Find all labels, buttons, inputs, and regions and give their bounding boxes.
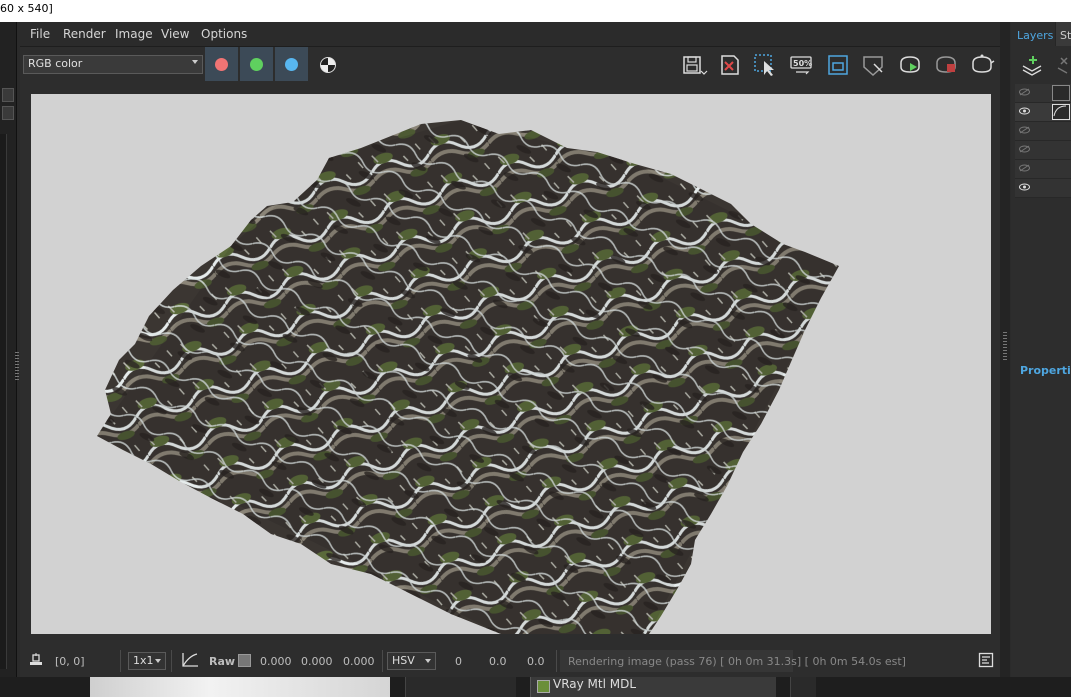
color-mode-value: HSV: [392, 654, 415, 667]
follow-mouse-icon[interactable]: [824, 51, 852, 79]
properties-header: Properties: [1020, 364, 1071, 377]
pixel-coordinates: [0, 0]: [55, 655, 85, 668]
layer-visible-icon[interactable]: [1019, 183, 1030, 191]
layer-hidden-icon[interactable]: [1019, 126, 1030, 134]
menu-bar: File Render Image View Options: [20, 22, 1005, 47]
abort-render-icon[interactable]: [932, 51, 960, 79]
material-icon: [537, 680, 550, 693]
tab-layers-label: Layers: [1017, 29, 1054, 42]
status-bar: [0, 0] 1x1 Raw 0.000 0.000 0.000 HSV 0 0…: [20, 646, 1005, 676]
window-titlebar: 60 x 540]: [0, 0, 1071, 22]
save-image-icon[interactable]: [680, 51, 708, 79]
menu-render[interactable]: Render: [63, 27, 106, 41]
divider: [120, 650, 121, 672]
green-dot-icon: [250, 58, 263, 71]
background-app-strip: VRay Mtl MDL: [0, 677, 1071, 697]
render-viewport[interactable]: [31, 94, 991, 634]
zoom-select[interactable]: 1x1: [128, 652, 166, 670]
rgb-value-b: 0.000: [343, 655, 375, 668]
layer-row[interactable]: [1015, 122, 1071, 141]
region-render-icon[interactable]: [752, 51, 780, 79]
layers-panel: Layers St Properties: [1011, 22, 1071, 677]
layer-row[interactable]: [1015, 141, 1071, 160]
layer-row[interactable]: [1015, 179, 1071, 198]
layer-thumbnail: [1052, 85, 1070, 101]
left-scrollbar[interactable]: [0, 134, 7, 669]
tab-stats-label: St: [1060, 29, 1071, 42]
menu-file[interactable]: File: [30, 27, 50, 41]
scroll-up-button[interactable]: [2, 106, 14, 120]
delete-layer-icon[interactable]: [1055, 54, 1071, 78]
material-panel-tab[interactable]: VRay Mtl MDL: [530, 677, 776, 697]
channel-dropdown-value: RGB color: [28, 57, 83, 70]
add-layer-icon[interactable]: [1020, 54, 1046, 78]
log-window-icon[interactable]: [978, 652, 994, 668]
divider: [171, 650, 172, 672]
red-dot-icon: [215, 58, 228, 71]
layer-row[interactable]: [1015, 84, 1071, 103]
background-viewport-thumbnail: [90, 677, 390, 697]
channel-dropdown[interactable]: RGB color: [23, 55, 203, 74]
pixel-info-icon[interactable]: [28, 652, 44, 668]
rendered-terrain-image: [97, 120, 839, 634]
rgb-value-g: 0.000: [301, 655, 333, 668]
layer-hidden-icon[interactable]: [1019, 164, 1030, 172]
monochrome-toggle-icon[interactable]: [320, 57, 336, 73]
lens-effects-icon[interactable]: [860, 51, 888, 79]
scroll-handle[interactable]: [2, 88, 14, 102]
hsv-value-h: 0: [455, 655, 462, 668]
chevron-down-icon: [155, 659, 161, 663]
chevron-down-icon: [425, 659, 431, 663]
red-channel-button[interactable]: [205, 47, 238, 81]
layer-row[interactable]: [1015, 160, 1071, 179]
zoom-select-value: 1x1: [133, 654, 154, 667]
color-mode-select[interactable]: HSV: [387, 652, 436, 670]
green-channel-button[interactable]: [240, 47, 273, 81]
left-dock-strip: [0, 22, 19, 677]
window-title: 60 x 540]: [0, 2, 53, 15]
vray-frame-buffer: File Render Image View Options RGB color: [20, 22, 1005, 677]
blue-channel-button[interactable]: [275, 47, 308, 81]
svg-text:50%: 50%: [793, 59, 812, 68]
tab-layers[interactable]: Layers: [1011, 22, 1055, 46]
divider: [556, 650, 557, 672]
panel-splitter[interactable]: [1000, 22, 1010, 677]
render-progress: Rendering image (pass 76) [ 0h 0m 31.3s]…: [560, 650, 906, 672]
render-interactive-icon[interactable]: [896, 51, 924, 79]
render-teapot-icon[interactable]: [968, 51, 996, 79]
render-progress-text: Rendering image (pass 76) [ 0h 0m 31.3s]…: [568, 655, 906, 668]
menu-image[interactable]: Image: [115, 27, 153, 41]
material-panel-label: VRay Mtl MDL: [553, 677, 637, 691]
divider: [382, 650, 383, 672]
hsv-value-v: 0.0: [527, 655, 545, 668]
splitter-grip[interactable]: [1003, 332, 1007, 362]
layer-visible-icon[interactable]: [1019, 107, 1030, 115]
layer-hidden-icon[interactable]: [1019, 88, 1030, 96]
track-mouse-icon[interactable]: 50%: [788, 51, 816, 79]
menu-view[interactable]: View: [161, 27, 189, 41]
menu-options[interactable]: Options: [201, 27, 247, 41]
clear-image-icon[interactable]: [716, 51, 744, 79]
curves-layer-thumbnail: [1052, 104, 1070, 120]
tab-stats[interactable]: St: [1056, 22, 1071, 46]
blue-dot-icon: [285, 58, 298, 71]
toolbar: RGB color 50%: [20, 47, 1005, 83]
raw-checkbox[interactable]: [238, 654, 251, 667]
curve-correction-icon[interactable]: [180, 651, 200, 669]
chevron-down-icon: [192, 60, 198, 64]
panel-tabs: Layers St: [1011, 22, 1071, 46]
rgb-value-r: 0.000: [260, 655, 292, 668]
layer-row[interactable]: [1015, 103, 1071, 122]
raw-label: Raw: [209, 655, 236, 668]
hsv-value-s: 0.0: [489, 655, 507, 668]
layer-hidden-icon[interactable]: [1019, 145, 1030, 153]
background-panel: [790, 677, 816, 697]
background-panel: [405, 677, 516, 697]
left-resize-grip[interactable]: [15, 352, 19, 382]
